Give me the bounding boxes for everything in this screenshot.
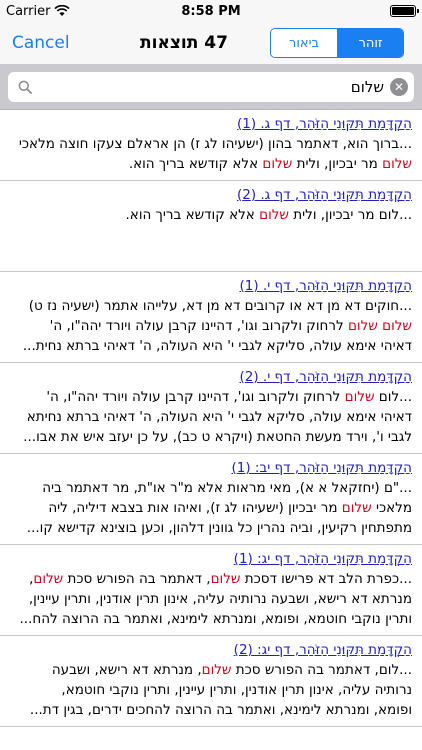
result-header[interactable]: הַקְדָּמַת תִּקּוּנֵי הַזֹּהַר, דף יג: (… — [10, 549, 412, 569]
result-snippet-line: ותרין נוקבי חוטמא, ופומא, ומנרתא לימינא,… — [19, 611, 412, 627]
highlighted-term: שלום — [33, 571, 64, 587]
highlighted-term: שלום — [382, 318, 412, 334]
result-item[interactable]: הַקְדָּמַת תִּקּוּנֵי הַזֹּהַר, דף ג. (2… — [0, 181, 422, 272]
result-item[interactable]: הַקְדָּמַת תִּקּוּנֵי הַזֹּהַר, דף י. (2… — [0, 363, 422, 454]
battery-icon — [390, 5, 419, 17]
result-item[interactable]: הַקְדָּמַת תִּקּוּנֵי הַזֹּהַר, דף יג: (… — [0, 545, 422, 636]
highlighted-term: שלום — [210, 571, 241, 587]
results-count-title: 47 תוצאות — [140, 33, 228, 53]
result-snippet-line: ...לום, דאתמר בה הפורש סכת שלום, מנרתא ד… — [51, 662, 412, 678]
result-snippet-line: ...ברוך הוא, דאתמר בהון (ישעיהו לג ז) הן… — [18, 136, 412, 152]
result-snippet-line — [10, 225, 412, 245]
result-snippet-line: ...לום שלום לרחוק ולקרוב וגו', דהיינו קר… — [46, 389, 412, 405]
result-snippet-line: ..."ם (יחזקאל א א), מאי מראות אלא מ"ר או… — [42, 480, 412, 496]
result-header[interactable]: הַקְדָּמַת תִּקּוּנֵי הַזֹּהַר, דף יב: (… — [10, 458, 412, 478]
result-snippet-line: שלום שלום לרחוק ולקרוב וגו', דהיינו קרבן… — [49, 318, 412, 334]
segment-zohar[interactable]: זוהר — [337, 29, 403, 57]
segment-commentary[interactable]: ביאור — [271, 29, 337, 57]
result-header[interactable]: הַקְדָּמַת תִּקּוּנֵי הַזֹּהַר, דף ג. (1… — [10, 114, 412, 134]
search-input[interactable] — [36, 78, 390, 96]
search-bar: ✕ — [0, 64, 422, 110]
result-snippet-line: נרותיה עליה, אינון תרין אודנין, ותרין עי… — [61, 682, 412, 698]
status-bar: Carrier 8:58 PM — [0, 0, 422, 22]
search-box: ✕ — [8, 72, 414, 102]
result-snippet-line: מתפתחין רקיעין, וביה נהרין כל גוונין דלה… — [26, 520, 412, 536]
result-snippet-line: לגבי ו', וירד מעשת החטאת (ויקרא ט כב), ע… — [23, 429, 412, 445]
highlighted-term: שלום — [344, 389, 375, 405]
result-snippet-line: מלאכי שלום מר יבכיון (ישעיהו לג ז), ואיה… — [48, 500, 412, 516]
result-header[interactable]: הַקְדָּמַת תִּקּוּנֵי הַזֹּהַר, דף י. (1… — [10, 276, 413, 296]
result-header[interactable]: הַקְדָּמַת תִּקּוּנֵי הַזֹּהַר, דף י. (2… — [10, 367, 413, 387]
cancel-button[interactable]: Cancel — [12, 33, 70, 53]
carrier-label: Carrier — [6, 3, 51, 19]
highlighted-term: שלום — [347, 318, 378, 334]
highlighted-term: שלום — [201, 662, 232, 678]
result-item[interactable]: הַקְדָּמַת תִּקּוּנֵי הַזֹּהַר, דף ג. (1… — [0, 110, 422, 181]
navigation-bar: Cancel 47 תוצאות ביאור זוהר — [0, 22, 422, 64]
result-item[interactable]: הַקְדָּמַת תִּקּוּנֵי הַזֹּהַר, דף יב: (… — [0, 454, 422, 545]
results-list[interactable]: הַקְדָּמַת תִּקּוּנֵי הַזֹּהַר, דף ג. (1… — [0, 110, 422, 750]
search-icon — [14, 76, 36, 98]
status-left: Carrier — [6, 3, 71, 19]
highlighted-term: שלום — [259, 207, 289, 223]
result-snippet-line: ופומא, ומנרתא לימינא, ואתמר בה הרוצה להח… — [29, 702, 412, 718]
result-snippet-line: דאיהי אימא עולה, סליקא לגבי י' היא העולה… — [22, 338, 412, 354]
result-header[interactable]: הַקְדָּמַת תִּקּוּנֵי הַזֹּהַר, דף יג: (… — [10, 640, 412, 660]
result-item[interactable]: הַקְדָּמַת תִּקּוּנֵי הַזֹּהַר, דף י. (1… — [0, 272, 422, 363]
highlighted-term: שלום — [341, 500, 372, 516]
wifi-icon — [54, 5, 71, 16]
result-item[interactable]: הַקְדָּמַת תִּקּוּנֵי הַזֹּהַר, דף יג: (… — [0, 636, 422, 727]
clear-search-icon[interactable]: ✕ — [390, 78, 408, 96]
result-snippet-line — [10, 245, 412, 265]
highlighted-term: שלום — [382, 156, 412, 172]
result-header[interactable]: הַקְדָּמַת תִּקּוּנֵי הַזֹּהַר, דף ג. (2… — [10, 185, 412, 205]
highlighted-term: שלום — [262, 156, 293, 172]
result-snippet-line: שלום מר יבכיון, ולית שלום אלא קודשא בריך… — [128, 156, 412, 172]
source-segmented-control: ביאור זוהר — [270, 28, 404, 58]
result-snippet-line: דאיהי אימא עולה, סליקא לגבי י' היא העולה… — [26, 409, 412, 425]
result-snippet-line: ...כפרת הלב דא פרישו דסכת שלום, דאתמר בה… — [29, 571, 412, 587]
result-snippet-line: ...לום מר יבכיון, ולית שלום אלא קודשא בר… — [125, 207, 413, 223]
result-snippet-line: ...חוקים דא מן דא או קרובים דא מן דא, על… — [28, 298, 412, 314]
battery-level — [392, 7, 414, 15]
result-snippet-line: מנרתא דא רישא, ושבעה נרותיה עליה, אינון … — [28, 591, 412, 607]
